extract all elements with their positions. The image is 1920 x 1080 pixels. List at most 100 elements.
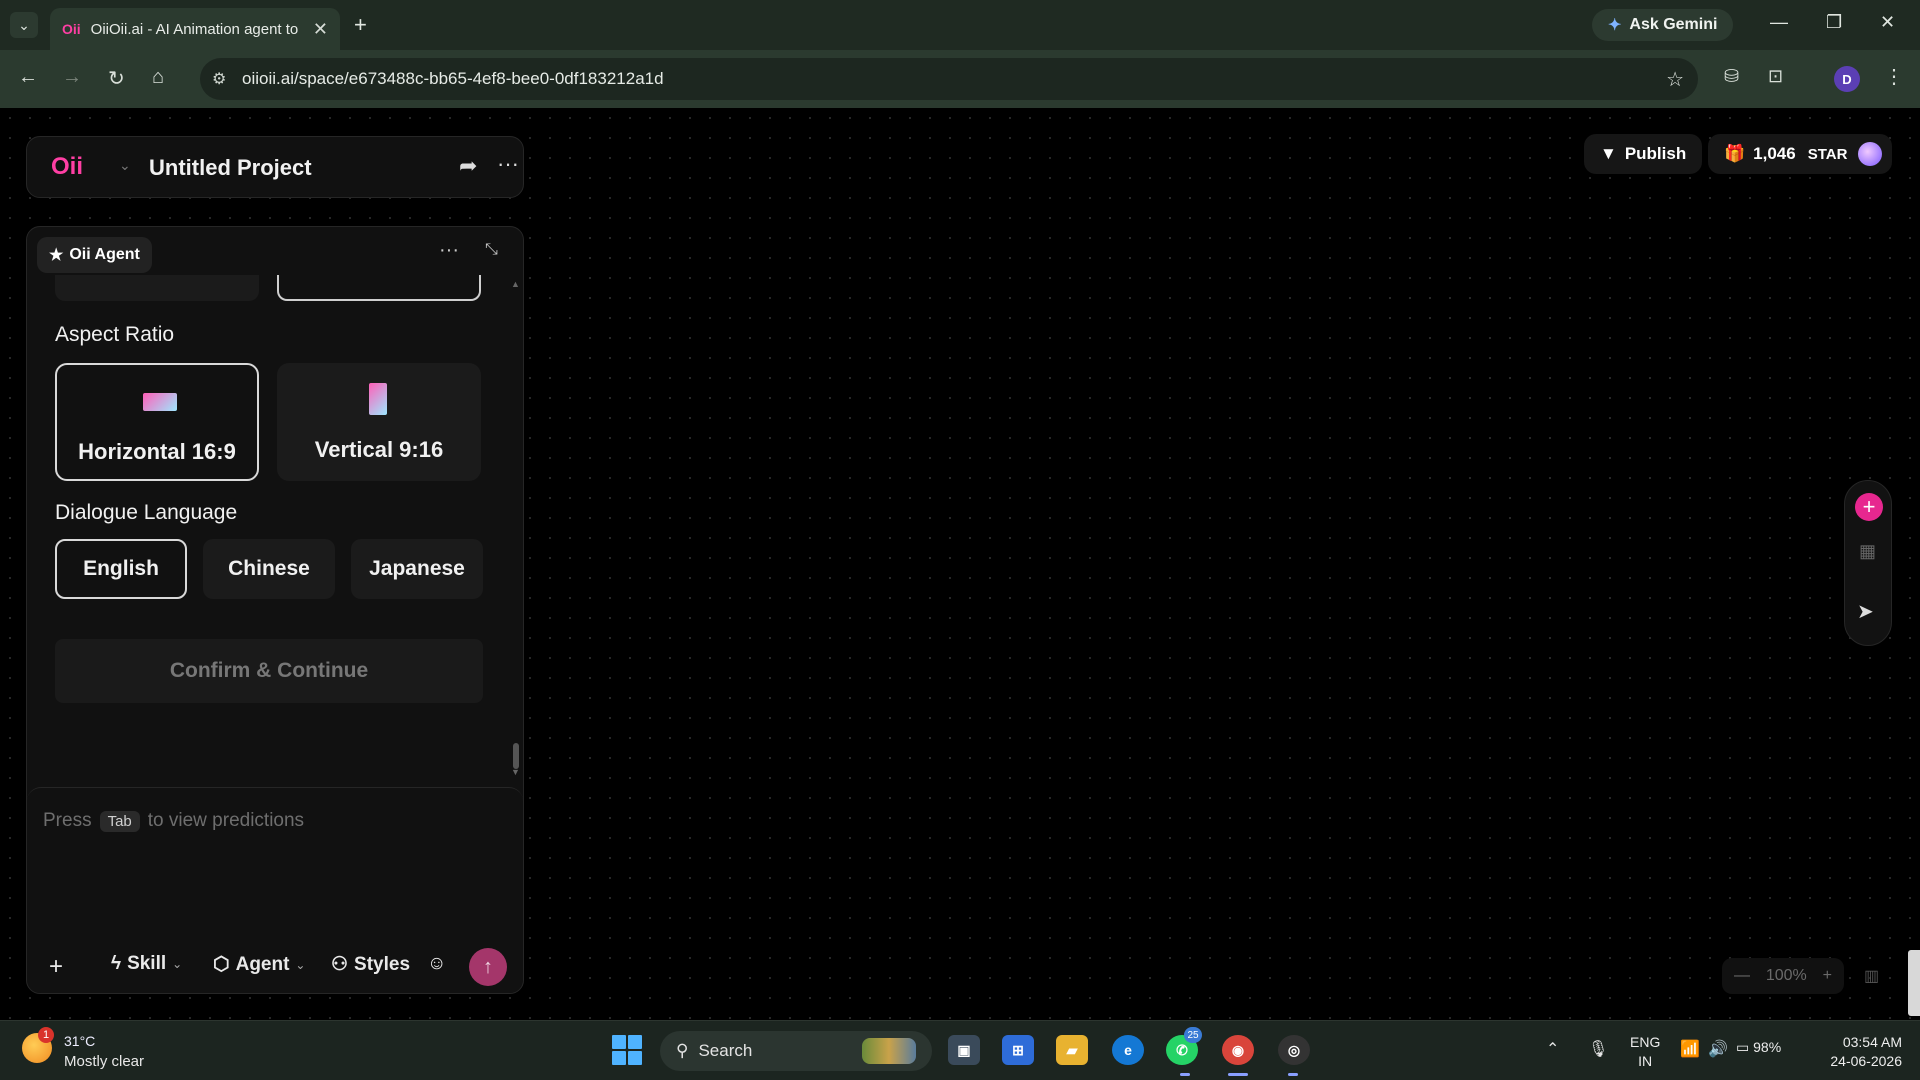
language-chinese-option[interactable]: Chinese xyxy=(203,539,335,599)
publish-button[interactable]: ▼ Publish xyxy=(1584,134,1703,174)
lightning-icon: ϟ xyxy=(111,953,122,974)
agent-label: Agent xyxy=(235,953,290,975)
option-card-partial[interactable] xyxy=(55,275,259,301)
confirm-continue-button[interactable]: Confirm & Continue xyxy=(55,639,483,703)
language-english-option[interactable]: English xyxy=(55,539,187,599)
panel-more-icon[interactable]: ··· xyxy=(439,239,459,262)
aspect-vertical-option[interactable]: Vertical 9:16 xyxy=(277,363,481,481)
minimap-icon[interactable]: ▥ xyxy=(1864,966,1879,986)
search-label: Search xyxy=(698,1041,753,1060)
styles-label: Styles xyxy=(354,953,411,975)
search-highlight-image xyxy=(862,1038,916,1064)
prompt-input-area[interactable]: Press Tab to view predictions + ϟ Skill … xyxy=(27,787,523,993)
aspect-horizontal-option[interactable]: Horizontal 16:9 xyxy=(55,363,259,481)
back-icon[interactable]: ← xyxy=(18,66,38,89)
active-indicator xyxy=(1228,1073,1248,1076)
share-icon[interactable]: ➦ xyxy=(459,153,477,179)
start-button[interactable] xyxy=(612,1035,642,1065)
scroll-up-icon[interactable]: ▲ xyxy=(511,279,520,289)
minimize-icon[interactable]: — xyxy=(1770,12,1788,33)
user-avatar[interactable] xyxy=(1858,142,1882,166)
file-explorer-icon[interactable]: ▰ xyxy=(1056,1035,1088,1065)
emoji-button[interactable]: ☺ xyxy=(427,953,446,975)
add-node-button[interactable]: + xyxy=(1855,493,1883,521)
running-indicator xyxy=(1288,1073,1298,1076)
chevron-down-icon: ⌄ xyxy=(172,957,183,971)
grid-icon[interactable]: ▦ xyxy=(1859,541,1876,562)
arrow-up-icon: ↑ xyxy=(483,955,493,978)
close-tab-icon[interactable]: ✕ xyxy=(313,19,328,40)
tab-list-button[interactable]: ⌄ xyxy=(10,12,38,38)
skill-dropdown[interactable]: ϟ Skill ⌄ xyxy=(111,953,182,975)
site-info-icon[interactable]: ⚙ xyxy=(212,69,226,89)
extension-icon[interactable]: ⛁ xyxy=(1724,66,1739,87)
credits-unit: STAR xyxy=(1807,145,1848,163)
screenshot-icon[interactable]: ⊡ xyxy=(1768,66,1783,87)
url-text: oiioii.ai/space/e673488c-bb65-4ef8-bee0-… xyxy=(242,69,664,88)
collapse-icon[interactable]: ⤡ xyxy=(485,241,498,259)
input-language[interactable]: ENG IN xyxy=(1630,1033,1660,1071)
task-view-icon[interactable]: ▣ xyxy=(948,1035,980,1065)
reload-icon[interactable]: ↻ xyxy=(108,66,125,91)
store-icon[interactable]: ⊞ xyxy=(1002,1035,1034,1065)
microphone-icon[interactable]: 🎙 xyxy=(1588,1039,1608,1059)
publish-label: Publish xyxy=(1624,144,1687,163)
address-bar[interactable]: ⚙ oiioii.ai/space/e673488c-bb65-4ef8-bee… xyxy=(200,58,1698,100)
wifi-icon[interactable]: 📶 xyxy=(1680,1039,1700,1059)
bookmark-star-icon[interactable]: ☆ xyxy=(1666,67,1684,92)
chevron-down-icon[interactable]: ⌄ xyxy=(119,157,131,174)
placeholder-rest: to view predictions xyxy=(147,810,305,831)
option-card-partial-selected[interactable] xyxy=(277,275,481,301)
scroll-down-icon[interactable]: ▼ xyxy=(511,767,520,777)
battery-indicator[interactable]: ▭ 98% xyxy=(1736,1039,1781,1056)
chevron-down-icon: ⌄ xyxy=(18,16,30,33)
placeholder-press: Press xyxy=(43,810,92,831)
windows-taskbar: 1 31°C Mostly clear ⚲ Search ▣ ⊞ ▰ e ✆ 2… xyxy=(0,1020,1920,1080)
chrome-icon[interactable]: ◉ xyxy=(1222,1035,1254,1065)
forward-icon[interactable]: → xyxy=(62,66,82,89)
styles-icon: ⚇ xyxy=(331,954,349,975)
region-code: IN xyxy=(1638,1053,1653,1069)
taskbar-search[interactable]: ⚲ Search xyxy=(660,1031,932,1071)
clock-date: 24-06-2026 xyxy=(1830,1053,1902,1069)
aspect-ratio-heading: Aspect Ratio xyxy=(55,323,175,346)
credits-badge[interactable]: 🎁 1,046 STAR xyxy=(1708,134,1892,174)
chevron-up-icon[interactable]: ⌃ xyxy=(1546,1039,1559,1059)
scrollbar-thumb[interactable] xyxy=(513,743,519,769)
oii-logo[interactable]: Oii xyxy=(51,153,83,181)
browser-tab-bar: ⌄ Oii OiiOii.ai - AI Animation agent to … xyxy=(0,0,1920,50)
agent-dropdown[interactable]: ⬡ Agent ⌄ xyxy=(213,953,305,976)
home-icon[interactable]: ⌂ xyxy=(152,66,164,89)
zoom-out-icon[interactable]: — xyxy=(1734,967,1750,985)
styles-button[interactable]: ⚇ Styles xyxy=(331,953,410,976)
project-title[interactable]: Untitled Project xyxy=(149,155,312,181)
app-icon[interactable]: ◎ xyxy=(1278,1035,1310,1065)
send-button[interactable]: ↑ xyxy=(469,948,507,986)
add-attachment-button[interactable]: + xyxy=(49,953,63,981)
search-icon: ⚲ xyxy=(676,1041,689,1060)
language-japanese-option[interactable]: Japanese xyxy=(351,539,483,599)
volume-icon[interactable]: 🔊 xyxy=(1708,1039,1728,1059)
restore-icon[interactable]: ❐ xyxy=(1826,12,1842,33)
cursor-icon[interactable]: ➤ xyxy=(1857,599,1874,624)
browser-menu-icon[interactable]: ⋮ xyxy=(1884,64,1904,89)
browser-tab-active[interactable]: Oii OiiOii.ai - AI Animation agent to ✕ xyxy=(50,8,340,50)
ask-gemini-label: Ask Gemini xyxy=(1629,16,1718,33)
zoom-level: 100% xyxy=(1765,967,1807,984)
pin-icon: ★ xyxy=(49,247,64,264)
more-options-icon[interactable]: ··· xyxy=(497,151,519,177)
ask-gemini-button[interactable]: ✦ Ask Gemini xyxy=(1592,9,1734,41)
oii-agent-chip[interactable]: ★ Oii Agent xyxy=(37,237,152,273)
dialogue-language-heading: Dialogue Language xyxy=(55,501,238,524)
feedback-tab[interactable] xyxy=(1908,950,1920,1016)
zoom-in-icon[interactable]: + xyxy=(1823,967,1832,985)
gemini-icon: ✦ xyxy=(1608,17,1622,34)
credits-value: 1,046 xyxy=(1753,144,1796,163)
new-tab-button[interactable]: + xyxy=(354,12,367,38)
window-close-icon[interactable]: ✕ xyxy=(1880,12,1895,33)
edge-icon[interactable]: e xyxy=(1112,1035,1144,1065)
zoom-control: — 100% + xyxy=(1722,958,1844,994)
running-indicator xyxy=(1180,1073,1190,1076)
profile-avatar[interactable]: D xyxy=(1834,66,1860,92)
system-clock[interactable]: 03:54 AM 24-06-2026 xyxy=(1818,1033,1902,1071)
